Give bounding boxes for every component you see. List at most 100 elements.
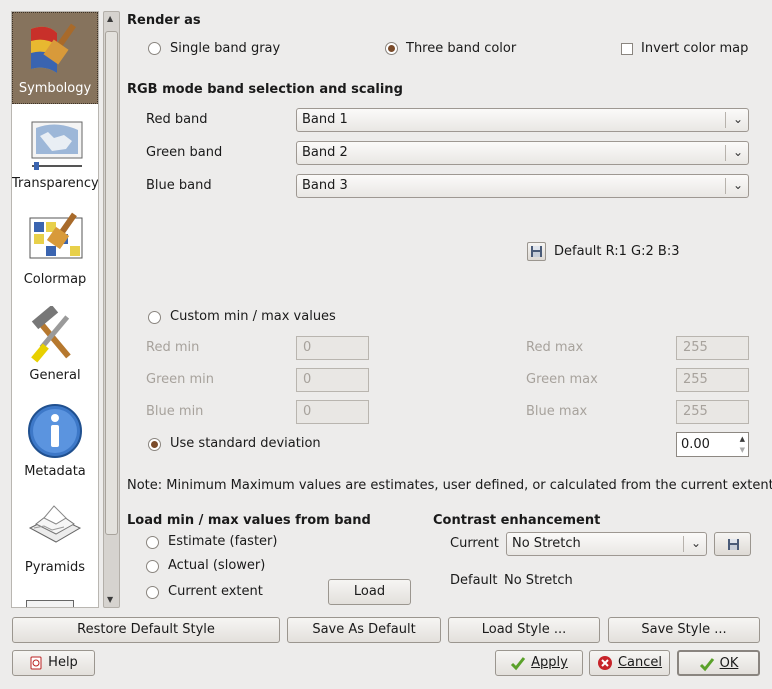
chevron-down-icon: ⌄ [732,112,743,126]
contrast-current-label: Current [450,536,499,551]
tools-icon [31,306,71,363]
chevron-down-icon: ⌄ [732,145,743,159]
blue-max-label: Blue max [526,404,588,419]
save-style-button[interactable]: Save Style ... [608,617,760,643]
load-button[interactable]: Load [328,579,411,605]
sidebar-list[interactable]: Symbology Transparency Colormap General … [11,11,99,608]
custom-minmax-label[interactable]: Custom min / max values [170,309,336,324]
blue-min-label: Blue min [146,404,204,419]
floppy-disk-icon [531,246,542,257]
blue-min-field[interactable]: 0 [296,400,369,424]
chevron-down-icon: ⌄ [732,178,743,192]
info-icon [28,404,82,458]
pyramids-icon [28,505,82,543]
blue-max-field[interactable]: 255 [676,400,749,424]
stddev-label[interactable]: Use standard deviation [170,436,321,451]
render-as-title: Render as [127,13,201,28]
single-band-radio[interactable] [148,42,161,55]
green-band-label: Green band [146,145,223,160]
contrast-select[interactable]: No Stretch ⌄ [506,532,707,556]
red-band-value: Band 1 [302,112,348,127]
sidebar-item-label: Pyramids [24,560,86,575]
green-min-field[interactable]: 0 [296,368,369,392]
load-style-button[interactable]: Load Style ... [448,617,600,643]
estimate-label[interactable]: Estimate (faster) [168,534,277,549]
ok-button[interactable]: OK [677,650,760,676]
stddev-value: 0.00 [681,437,710,452]
apply-button[interactable]: Apply [495,650,583,676]
paintbrush-icon [31,23,76,73]
rgb-section-title: RGB mode band selection and scaling [127,82,403,97]
invert-colormap-checkbox[interactable] [621,43,633,55]
save-default-bands-button[interactable] [527,242,546,261]
green-max-label: Green max [526,372,598,387]
sidebar-item-label: Colormap [23,272,87,287]
scroll-up-icon[interactable]: ▲ [107,14,113,24]
save-contrast-default-button[interactable] [714,532,751,556]
contrast-default-label: Default [450,573,498,588]
minmax-note: Note: Minimum Maximum values are estimat… [127,478,772,493]
sidebar-item-metadata[interactable]: Metadata [12,396,98,488]
sidebar-item-pyramids[interactable]: Pyramids [12,492,98,584]
help-label: Help [48,655,78,670]
red-max-label: Red max [526,340,584,355]
red-band-select[interactable]: Band 1 ⌄ [296,108,749,132]
scroll-down-icon[interactable]: ▼ [107,595,113,605]
sidebar-item-transparency[interactable]: Transparency [12,108,98,200]
spin-up-icon[interactable]: ▲ [740,434,745,444]
actual-label[interactable]: Actual (slower) [168,558,265,573]
contrast-current-value: No Stretch [512,536,581,551]
ok-label: OK [719,656,739,671]
blue-band-label: Blue band [146,178,212,193]
red-min-label: Red min [146,340,200,355]
green-max-field[interactable]: 255 [676,368,749,392]
actual-radio[interactable] [146,560,159,573]
map-slider-icon [31,121,83,170]
sidebar-item-symbology[interactable]: Symbology [12,12,98,104]
single-band-label[interactable]: Single band gray [170,41,280,56]
save-as-default-button[interactable]: Save As Default [287,617,441,643]
restore-default-style-button[interactable]: Restore Default Style [12,617,280,643]
current-extent-label[interactable]: Current extent [168,584,263,599]
invert-colormap-label[interactable]: Invert color map [641,41,748,56]
sidebar-item-general[interactable]: General [12,300,98,392]
red-band-label: Red band [146,112,208,127]
apply-label: Apply [531,655,568,670]
green-band-value: Band 2 [302,145,348,160]
estimate-radio[interactable] [146,536,159,549]
chevron-down-icon: ⌄ [690,536,701,550]
floppy-disk-icon [728,539,739,550]
sidebar-item-label: Transparency [12,176,99,191]
sidebar-item-partial [26,600,74,607]
current-extent-radio[interactable] [146,586,159,599]
contrast-title: Contrast enhancement [433,513,601,528]
blue-band-value: Band 3 [302,178,348,193]
green-band-select[interactable]: Band 2 ⌄ [296,141,749,165]
sidebar-item-label: Metadata [24,464,86,479]
stddev-spinbox[interactable]: 0.00 ▲ ▼ [676,432,749,457]
green-min-label: Green min [146,372,215,387]
checkmark-icon [699,657,714,671]
spin-down-icon[interactable]: ▼ [740,445,745,455]
scrollbar-thumb[interactable] [105,31,118,535]
checkmark-icon [511,656,526,670]
sidebar-item-label: General [29,368,81,383]
three-band-radio[interactable] [385,42,398,55]
load-minmax-title: Load min / max values from band [127,513,371,528]
red-max-field[interactable]: 255 [676,336,749,360]
cancel-icon [597,655,612,670]
colormap-icon [29,212,83,259]
blue-band-select[interactable]: Band 3 ⌄ [296,174,749,198]
red-min-field[interactable]: 0 [296,336,369,360]
contrast-default-value: No Stretch [504,573,573,588]
stddev-radio[interactable] [148,438,161,451]
sidebar-item-label: Symbology [18,81,92,96]
help-icon [30,656,42,669]
cancel-label: Cancel [617,655,663,670]
help-button[interactable]: Help [12,650,95,676]
custom-minmax-radio[interactable] [148,311,161,324]
default-bands-text: Default R:1 G:2 B:3 [554,244,680,259]
three-band-label[interactable]: Three band color [406,41,516,56]
sidebar-item-colormap[interactable]: Colormap [12,204,98,296]
cancel-button[interactable]: Cancel [589,650,670,676]
